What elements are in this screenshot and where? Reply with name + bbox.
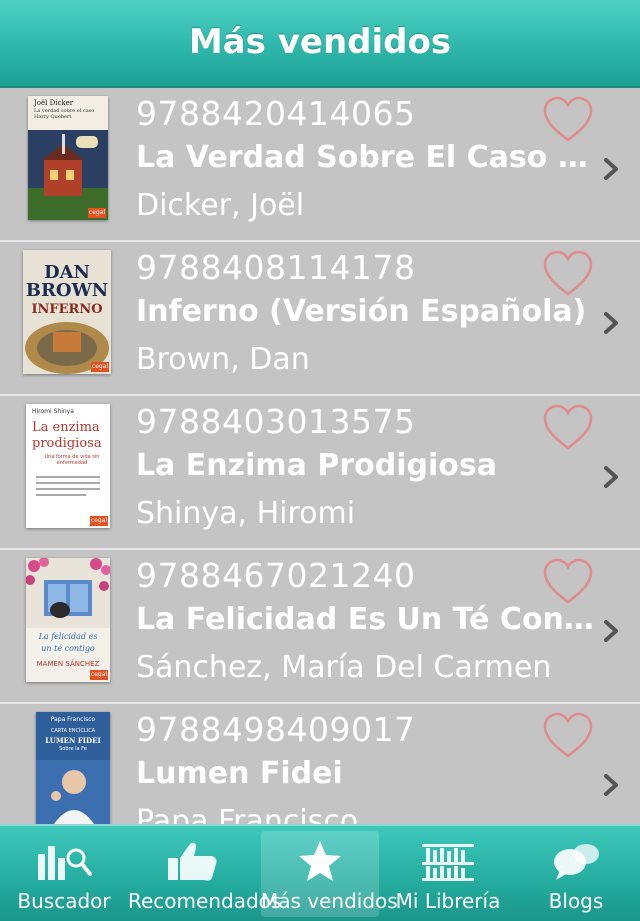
heart-icon[interactable]: [542, 96, 594, 144]
tab-label: Recomendados: [128, 889, 282, 913]
publisher-badge: cegal: [91, 362, 109, 372]
page-title: Más vendidos: [188, 22, 452, 62]
chevron-right-icon: [604, 466, 618, 488]
book-cover: Joël Dicker La verdad sobre el caso Harr…: [28, 96, 108, 220]
book-author: Papa Francisco: [136, 804, 359, 824]
tab-buscador[interactable]: Buscador: [0, 826, 128, 921]
book-title: Inferno (Versión Española): [136, 294, 587, 329]
tab-mi-libreria[interactable]: Mi Librería: [384, 826, 512, 921]
book-isbn: 9788408114178: [136, 248, 416, 287]
book-title: La Felicidad Es Un Té Contigo: [136, 602, 596, 637]
book-cover: Hiromi Shinya La enzima prodigiosa Una f…: [26, 404, 110, 528]
tab-mas-vendidos[interactable]: Más vendidos: [261, 831, 398, 917]
book-isbn: 9788467021240: [136, 556, 416, 595]
tab-bar: Buscador Recomendados Más vendidos Mi Li…: [0, 824, 640, 921]
nav-bar: Más vendidos: [0, 0, 640, 88]
book-author: Brown, Dan: [136, 342, 310, 377]
tab-label: Blogs: [548, 889, 604, 913]
list-item[interactable]: DAN BROWN INFERNO cegal 9788408114178 In…: [0, 242, 640, 396]
book-cover: La felicidad es un té contigo MAMEN SÁNC…: [26, 558, 110, 682]
bestseller-list[interactable]: Joël Dicker La verdad sobre el caso Harr…: [0, 88, 640, 824]
chevron-right-icon: [604, 620, 618, 642]
list-item[interactable]: Papa Francisco CARTA ENCÍCLICA LUMEN FID…: [0, 704, 640, 824]
book-title: La Verdad Sobre El Caso Harry Quebert: [136, 140, 596, 175]
heart-icon[interactable]: [542, 250, 594, 298]
book-author: Sánchez, María Del Carmen: [136, 650, 552, 685]
book-isbn: 9788403013575: [136, 402, 416, 441]
book-cover: Papa Francisco CARTA ENCÍCLICA LUMEN FID…: [36, 712, 110, 824]
publisher-badge: cegal: [90, 516, 108, 526]
chevron-right-icon: [604, 158, 618, 180]
tab-blogs[interactable]: Blogs: [512, 826, 640, 921]
book-author: Dicker, Joël: [136, 188, 305, 223]
book-title: Lumen Fidei: [136, 756, 343, 791]
heart-icon[interactable]: [542, 712, 594, 760]
book-author: Shinya, Hiromi: [136, 496, 356, 531]
book-isbn: 9788498409017: [136, 710, 416, 749]
publisher-badge: cegal: [90, 670, 108, 680]
tab-label: Mi Librería: [395, 889, 501, 913]
search-chart-icon: [38, 846, 92, 880]
bookshelf-icon: [422, 844, 474, 881]
tab-label: Más vendidos: [261, 889, 398, 913]
book-title: La Enzima Prodigiosa: [136, 448, 497, 483]
tab-recomendados[interactable]: Recomendados: [128, 826, 282, 921]
tab-label: Buscador: [17, 889, 111, 913]
chevron-right-icon: [604, 312, 618, 334]
chevron-right-icon: [604, 774, 618, 796]
chat-bubbles-icon: [554, 844, 599, 880]
heart-icon[interactable]: [542, 558, 594, 606]
thumbs-up-icon: [168, 842, 217, 881]
list-item[interactable]: Joël Dicker La verdad sobre el caso Harr…: [0, 88, 640, 242]
book-isbn: 9788420414065: [136, 94, 416, 133]
heart-icon[interactable]: [542, 404, 594, 452]
book-cover: DAN BROWN INFERNO cegal: [23, 250, 111, 374]
publisher-badge: cegal: [88, 208, 106, 218]
list-item[interactable]: La felicidad es un té contigo MAMEN SÁNC…: [0, 550, 640, 704]
list-item[interactable]: Hiromi Shinya La enzima prodigiosa Una f…: [0, 396, 640, 550]
star-icon: [299, 841, 341, 881]
